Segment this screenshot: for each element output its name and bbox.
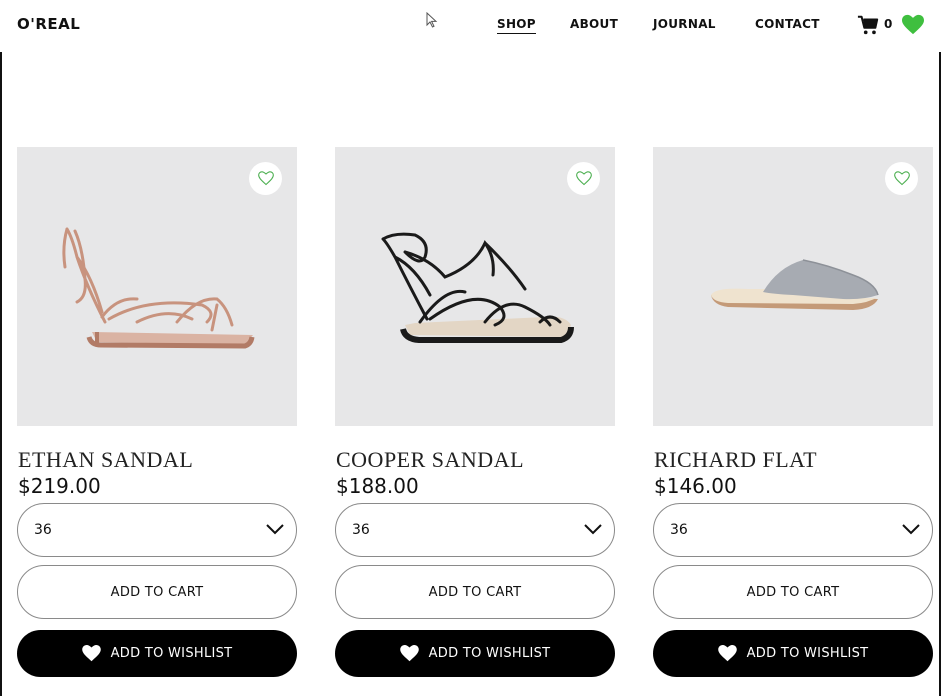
add-to-wishlist-button[interactable]: ADD TO WISHLIST (335, 630, 615, 677)
cart-icon[interactable] (857, 14, 879, 36)
nav-contact[interactable]: CONTACT (755, 17, 820, 31)
product-price: $219.00 (18, 474, 101, 498)
chevron-down-icon (266, 524, 284, 535)
add-to-wishlist-button[interactable]: ADD TO WISHLIST (653, 630, 933, 677)
size-select[interactable]: 36 (335, 503, 615, 557)
product-name[interactable]: ETHAN SANDAL (18, 447, 193, 473)
size-select[interactable]: 36 (17, 503, 297, 557)
product-name[interactable]: RICHARD FLAT (654, 447, 817, 473)
cart-count: 0 (884, 17, 893, 31)
page-edge-left (0, 52, 2, 696)
heart-icon (81, 645, 101, 662)
nav-about[interactable]: ABOUT (570, 17, 618, 31)
add-to-wishlist-button[interactable]: ADD TO WISHLIST (17, 630, 297, 677)
wishlist-label: ADD TO WISHLIST (110, 646, 233, 661)
heart-icon (717, 645, 737, 662)
chevron-down-icon (902, 524, 920, 535)
heart-outline-icon (893, 171, 910, 186)
product-image[interactable] (653, 147, 933, 426)
product-image[interactable] (17, 147, 297, 426)
heart-icon (399, 645, 419, 662)
size-value: 36 (34, 522, 52, 538)
wishlist-label: ADD TO WISHLIST (746, 646, 869, 661)
favorite-button[interactable] (567, 162, 600, 195)
product-price: $146.00 (654, 474, 737, 498)
add-to-cart-button[interactable]: ADD TO CART (653, 565, 933, 619)
add-to-cart-button[interactable]: ADD TO CART (335, 565, 615, 619)
mouse-cursor-icon (426, 12, 438, 28)
size-value: 36 (670, 522, 688, 538)
nav-journal[interactable]: JOURNAL (653, 17, 716, 31)
page-edge-right (939, 52, 941, 696)
site-logo[interactable]: O'REAL (17, 15, 80, 33)
product-name[interactable]: COOPER SANDAL (336, 447, 524, 473)
nav-shop[interactable]: SHOP (497, 17, 536, 34)
site-header: O'REAL SHOP ABOUT JOURNAL CONTACT 0 (0, 0, 943, 50)
product-image[interactable] (335, 147, 615, 426)
favorite-button[interactable] (885, 162, 918, 195)
product-price: $188.00 (336, 474, 419, 498)
heart-outline-icon (257, 171, 274, 186)
size-value: 36 (352, 522, 370, 538)
add-to-cart-button[interactable]: ADD TO CART (17, 565, 297, 619)
size-select[interactable]: 36 (653, 503, 933, 557)
favorite-button[interactable] (249, 162, 282, 195)
wishlist-label: ADD TO WISHLIST (428, 646, 551, 661)
heart-outline-icon (575, 171, 592, 186)
heart-icon[interactable] (902, 14, 924, 36)
chevron-down-icon (584, 524, 602, 535)
